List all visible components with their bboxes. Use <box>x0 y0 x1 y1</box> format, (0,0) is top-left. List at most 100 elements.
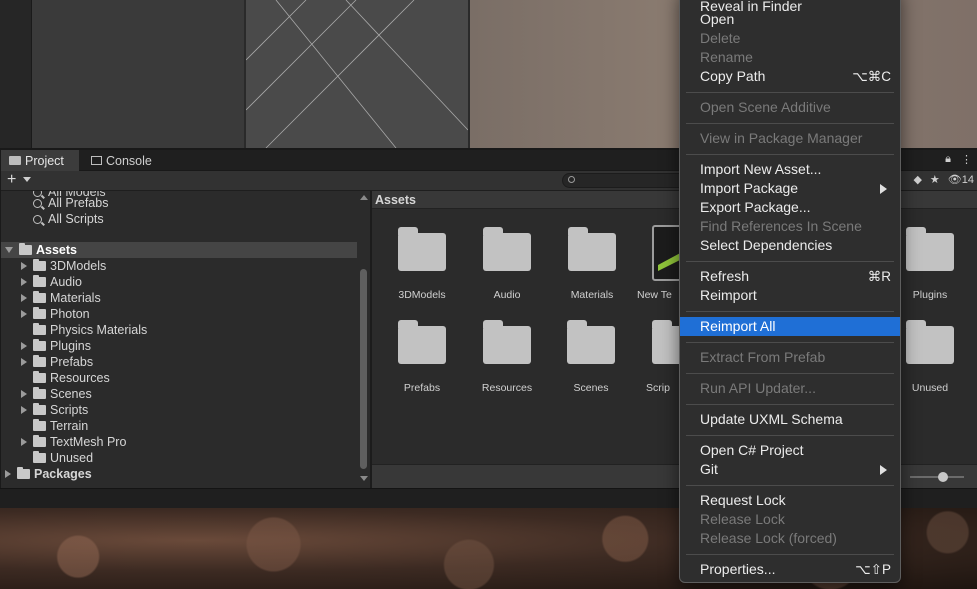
scrollbar-thumb[interactable] <box>360 269 367 469</box>
menu-item-update-uxml-schema[interactable]: Update UXML Schema <box>680 410 900 429</box>
tree-item-label: Scripts <box>50 403 89 417</box>
tab-bar-controls: 🔒︎ ⋮ <box>945 153 972 166</box>
menu-item-open-scene-additive: Open Scene Additive <box>680 98 900 117</box>
menu-separator <box>686 123 894 124</box>
star-icon[interactable]: ★ <box>930 173 940 186</box>
expand-arrow-icon[interactable] <box>21 294 27 302</box>
tree-item-assets[interactable]: Assets <box>1 242 357 258</box>
folder-icon <box>33 307 46 319</box>
menu-item-export-package[interactable]: Export Package... <box>680 198 900 217</box>
menu-item-copy-path[interactable]: Copy Path ⌥⌘C <box>680 67 900 86</box>
menu-item-import-new-asset[interactable]: Import New Asset... <box>680 160 900 179</box>
unity-editor: Project Console 🔒︎ ⋮ + ◆ ★ 👁︎14 All Mode… <box>0 0 977 589</box>
expand-arrow-icon[interactable] <box>21 406 27 414</box>
expand-arrow-icon[interactable] <box>21 342 27 350</box>
tree-item-audio[interactable]: Audio <box>1 274 357 290</box>
tree-item-resources[interactable]: Resources <box>1 370 357 386</box>
menu-item-request-lock[interactable]: Request Lock <box>680 491 900 510</box>
folder-icon <box>33 323 46 335</box>
asset-label: Materials <box>570 289 614 301</box>
asset-scenes[interactable]: Scenes <box>541 303 627 394</box>
menu-item-label: Properties... <box>700 561 776 577</box>
menu-separator <box>686 485 894 486</box>
expand-arrow-icon[interactable] <box>21 390 27 398</box>
asset-prefabs[interactable]: Prefabs <box>372 303 458 394</box>
tree-item-unused[interactable]: Unused <box>1 450 357 466</box>
tree-item-packages[interactable]: Packages <box>1 466 357 482</box>
menu-item-run-api-updater: Run API Updater... <box>680 379 900 398</box>
tree-item-label: Prefabs <box>50 355 94 369</box>
tree-item-prefabs[interactable]: Prefabs <box>1 354 357 370</box>
tree-item-scenes[interactable]: Scenes <box>1 386 357 402</box>
tree-item-3dmodels[interactable]: 3DModels <box>1 258 357 274</box>
asset-3dmodels[interactable]: 3DModels <box>372 210 458 301</box>
menu-item-label: Open <box>700 11 735 27</box>
menu-item-open[interactable]: Open <box>680 10 900 29</box>
folder-icon <box>33 275 46 287</box>
menu-item-label: Import New Asset... <box>700 161 822 177</box>
asset-materials[interactable]: Materials <box>542 210 628 301</box>
folder-icon <box>906 320 954 364</box>
expand-arrow-icon[interactable] <box>21 310 27 318</box>
menu-item-refresh[interactable]: Refresh ⌘R <box>680 267 900 286</box>
tree-item-label: Packages <box>34 467 92 481</box>
tree-item-plugins[interactable]: Plugins <box>1 338 357 354</box>
folder-icon <box>568 227 616 271</box>
menu-item-import-package[interactable]: Import Package <box>680 179 900 198</box>
tree-scrollbar[interactable] <box>358 191 370 486</box>
tree-item-label: Resources <box>50 371 110 385</box>
tree-item-materials[interactable]: Materials <box>1 290 357 306</box>
menu-item-label: Rename <box>700 49 753 65</box>
hidden-count: 14 <box>961 174 974 186</box>
folder-icon <box>906 227 954 271</box>
asset-label: New Te <box>637 289 672 301</box>
menu-item-git[interactable]: Git <box>680 460 900 479</box>
tree-item-scripts[interactable]: Scripts <box>1 402 357 418</box>
menu-separator <box>686 373 894 374</box>
menu-item-reimport-all[interactable]: Reimport All <box>680 317 900 336</box>
tab-console[interactable]: Console <box>83 150 160 171</box>
expand-arrow-icon[interactable] <box>5 470 11 478</box>
tree-item-textmesh-pro[interactable]: TextMesh Pro <box>1 434 357 450</box>
scroll-up-icon[interactable] <box>360 195 368 200</box>
tree-item-all-prefabs[interactable]: All Prefabs <box>1 195 357 211</box>
asset-audio[interactable]: Audio <box>457 210 543 301</box>
expand-arrow-icon[interactable] <box>21 278 27 286</box>
expand-arrow-icon[interactable] <box>5 247 13 253</box>
tree-item-photon[interactable]: Photon <box>1 306 357 322</box>
tree-item-terrain[interactable]: Terrain <box>1 418 357 434</box>
folder-icon <box>19 243 32 255</box>
menu-separator <box>686 554 894 555</box>
folder-tree[interactable]: All Models All Prefabs All Scripts Asset… <box>1 191 357 486</box>
expand-arrow-icon[interactable] <box>21 358 27 366</box>
menu-item-label: Release Lock (forced) <box>700 530 837 546</box>
menu-item-properties[interactable]: Properties... ⌥⇧P <box>680 560 900 579</box>
expand-arrow-icon[interactable] <box>21 438 27 446</box>
add-button[interactable]: + <box>7 172 16 188</box>
label-filter-icon[interactable]: ◆ <box>913 173 921 186</box>
scene-view[interactable] <box>246 0 468 148</box>
folder-icon <box>33 371 46 383</box>
menu-item-select-dependencies[interactable]: Select Dependencies <box>680 236 900 255</box>
icon-size-slider-thumb[interactable] <box>938 472 948 482</box>
menu-item-label: Reimport <box>700 287 757 303</box>
expand-arrow-icon[interactable] <box>21 262 27 270</box>
toolbar-tools: ◆ ★ 👁︎14 <box>913 173 974 186</box>
tree-item-physics-materials[interactable]: Physics Materials <box>1 322 357 338</box>
menu-item-open-csharp-project[interactable]: Open C# Project <box>680 441 900 460</box>
folder-icon <box>33 387 46 399</box>
folder-icon <box>33 403 46 415</box>
tree-item-all-scripts[interactable]: All Scripts <box>1 211 357 227</box>
tab-project[interactable]: Project <box>1 150 79 171</box>
chevron-down-icon[interactable] <box>23 177 31 182</box>
hidden-packages-toggle[interactable]: 👁︎14 <box>948 173 974 186</box>
search-input[interactable] <box>562 173 692 188</box>
scroll-down-icon[interactable] <box>360 476 368 481</box>
kebab-menu-icon[interactable]: ⋮ <box>961 153 972 166</box>
asset-resources[interactable]: Resources <box>457 303 543 394</box>
tree-item-label: All Scripts <box>48 212 104 226</box>
icon-size-slider[interactable] <box>910 476 964 478</box>
menu-item-reimport[interactable]: Reimport <box>680 286 900 305</box>
menu-item-label: Delete <box>700 30 741 46</box>
lock-icon[interactable]: 🔒︎ <box>945 153 951 166</box>
